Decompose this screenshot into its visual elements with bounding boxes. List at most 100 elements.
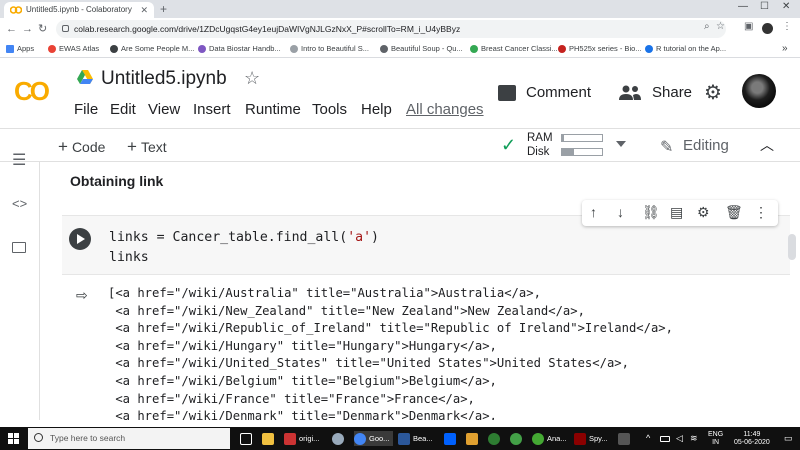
browser-menu-icon[interactable]: ⋮ — [782, 21, 792, 32]
zoom-icon[interactable]: ⌕ — [704, 21, 710, 32]
bookmark-star-icon[interactable]: ☆ — [716, 21, 725, 32]
run-cell-button[interactable] — [69, 228, 91, 250]
add-text-button[interactable]: + Text — [127, 137, 167, 157]
back-icon[interactable]: ← — [6, 22, 17, 36]
google-drive-icon[interactable] — [77, 70, 93, 84]
dropbox-icon[interactable] — [444, 431, 459, 446]
bookmark-item[interactable]: Are Some People M... — [110, 43, 194, 55]
taskbar-app[interactable]: origi... — [284, 431, 319, 446]
code-snippets-icon[interactable]: <> — [12, 196, 30, 211]
windows-start-icon[interactable] — [8, 433, 19, 444]
table-of-contents-icon[interactable]: ☰ — [12, 150, 30, 170]
star-icon[interactable]: ☆ — [244, 68, 260, 89]
settings-gear-icon[interactable]: ⚙ — [704, 80, 722, 105]
link-icon[interactable]: ⛓ — [642, 204, 660, 221]
delete-cell-icon[interactable]: 🗑 — [725, 204, 743, 221]
app-icon — [398, 433, 410, 446]
taskbar-app[interactable]: Spy... — [574, 431, 608, 446]
notebook-scrollbar[interactable] — [788, 234, 796, 260]
menu-file[interactable]: File — [74, 101, 98, 118]
bookmark-favicon-icon — [645, 45, 653, 53]
bookmark-item[interactable]: Data Biostar Handb... — [198, 43, 281, 55]
menu-edit[interactable]: Edit — [110, 101, 136, 118]
bookmark-apps[interactable]: Apps — [6, 43, 34, 55]
minimize-icon[interactable]: — — [738, 1, 748, 12]
taskbar-search[interactable]: Type here to search — [28, 428, 230, 449]
bookmark-item[interactable]: Intro to Beautiful S... — [290, 43, 369, 55]
share-button[interactable]: Share — [618, 84, 692, 101]
cell-toolbar: ↑ ↓ ⛓ ▤ ⚙ 🗑 ⋮ — [582, 200, 778, 226]
windows-taskbar: Type here to search origi... Goo... Bea.… — [0, 427, 800, 450]
disk-usage-bar[interactable] — [561, 148, 603, 156]
bookmark-item[interactable]: R tutorial on the Ap... — [645, 43, 726, 55]
editing-mode-button[interactable]: ✎ Editing — [660, 137, 729, 156]
volume-icon[interactable]: ◁ — [676, 431, 683, 446]
apps-grid-icon — [6, 45, 14, 53]
colab-logo[interactable]: CO — [14, 76, 50, 107]
add-code-button[interactable]: + Code — [58, 137, 105, 157]
extension-icon[interactable]: ▣ — [744, 21, 753, 32]
notebook-title[interactable]: Untitled5.ipynb — [101, 68, 227, 90]
more-bookmarks-icon[interactable]: » — [782, 43, 788, 55]
bookmark-favicon-icon — [290, 45, 298, 53]
user-avatar[interactable] — [742, 74, 776, 108]
battery-icon[interactable] — [660, 431, 673, 446]
language-indicator[interactable]: ENG IN — [708, 431, 723, 447]
ram-usage-bar[interactable] — [561, 134, 603, 142]
tray-chevron-icon[interactable]: ^ — [646, 431, 650, 446]
bookmark-favicon-icon — [48, 45, 56, 53]
forward-icon[interactable]: → — [22, 22, 33, 36]
folder-icon[interactable] — [466, 431, 481, 446]
ram-usage-fill — [562, 135, 564, 141]
comment-cell-icon[interactable]: ▤ — [670, 204, 683, 221]
taskbar-app[interactable]: Goo... — [354, 431, 394, 446]
app-icon[interactable] — [510, 431, 525, 446]
bookmark-item[interactable]: Breast Cancer Classi... — [470, 43, 558, 55]
menu-help[interactable]: Help — [361, 101, 392, 118]
app-icon[interactable] — [488, 431, 503, 446]
ram-label: RAM — [527, 132, 553, 144]
spyder-icon — [574, 433, 586, 446]
network-icon[interactable]: ≋ — [690, 431, 698, 446]
menu-view[interactable]: View — [148, 101, 180, 118]
bookmark-item[interactable]: Beautiful Soup - Qu... — [380, 43, 463, 55]
url-field[interactable]: colab.research.google.com/drive/1ZDcUgqs… — [56, 20, 726, 38]
more-options-icon[interactable]: ⋮ — [754, 204, 768, 221]
app-icon[interactable] — [618, 431, 633, 446]
output-arrow-icon[interactable]: ⇨ — [76, 287, 88, 304]
address-bar-row: ← → ↻ colab.research.google.com/drive/1Z… — [0, 18, 800, 40]
notifications-icon[interactable]: ▭ — [784, 431, 793, 446]
close-tab-icon[interactable]: ✕ — [140, 2, 148, 18]
connected-check-icon: ✓ — [501, 135, 517, 155]
app-icon — [284, 433, 296, 446]
all-changes-link[interactable]: All changes — [406, 101, 484, 118]
lock-icon — [62, 25, 69, 32]
bookmark-item[interactable]: EWAS Atlas — [48, 43, 99, 55]
clock[interactable]: 11:49 05-06-2020 — [734, 431, 770, 447]
file-explorer-icon[interactable] — [262, 431, 277, 446]
close-window-icon[interactable]: ✕ — [782, 1, 790, 12]
task-view-icon[interactable] — [240, 431, 255, 446]
move-up-icon[interactable]: ↑ — [590, 204, 597, 220]
taskbar-app[interactable]: Ana... — [532, 431, 567, 446]
resources-dropdown-icon[interactable] — [616, 141, 626, 147]
taskbar-app[interactable]: Bea... — [398, 431, 433, 446]
new-tab-icon[interactable]: + — [160, 2, 167, 16]
menu-insert[interactable]: Insert — [193, 101, 231, 118]
r-app-icon[interactable] — [332, 431, 347, 446]
collapse-header-icon[interactable]: ︿ — [760, 135, 774, 155]
profile-icon[interactable] — [762, 23, 773, 34]
comment-button[interactable]: Comment — [498, 84, 591, 101]
menu-runtime[interactable]: Runtime — [245, 101, 301, 118]
code-editor[interactable]: links = Cancer_table.find_all('a') links — [109, 228, 379, 268]
maximize-icon[interactable]: ☐ — [760, 1, 769, 12]
reload-icon[interactable]: ↻ — [38, 22, 47, 36]
move-down-icon[interactable]: ↓ — [617, 204, 624, 220]
browser-tab[interactable]: Untitled5.ipynb - Colaboratory ✕ — [4, 2, 154, 18]
output-line: <a href="/wiki/France" title="France">Fr… — [108, 391, 475, 406]
cell-settings-icon[interactable]: ⚙ — [697, 204, 710, 221]
bookmark-favicon-icon — [380, 45, 388, 53]
bookmark-item[interactable]: PH525x series - Bio... — [558, 43, 642, 55]
files-folder-icon[interactable] — [12, 242, 26, 253]
menu-tools[interactable]: Tools — [312, 101, 347, 118]
